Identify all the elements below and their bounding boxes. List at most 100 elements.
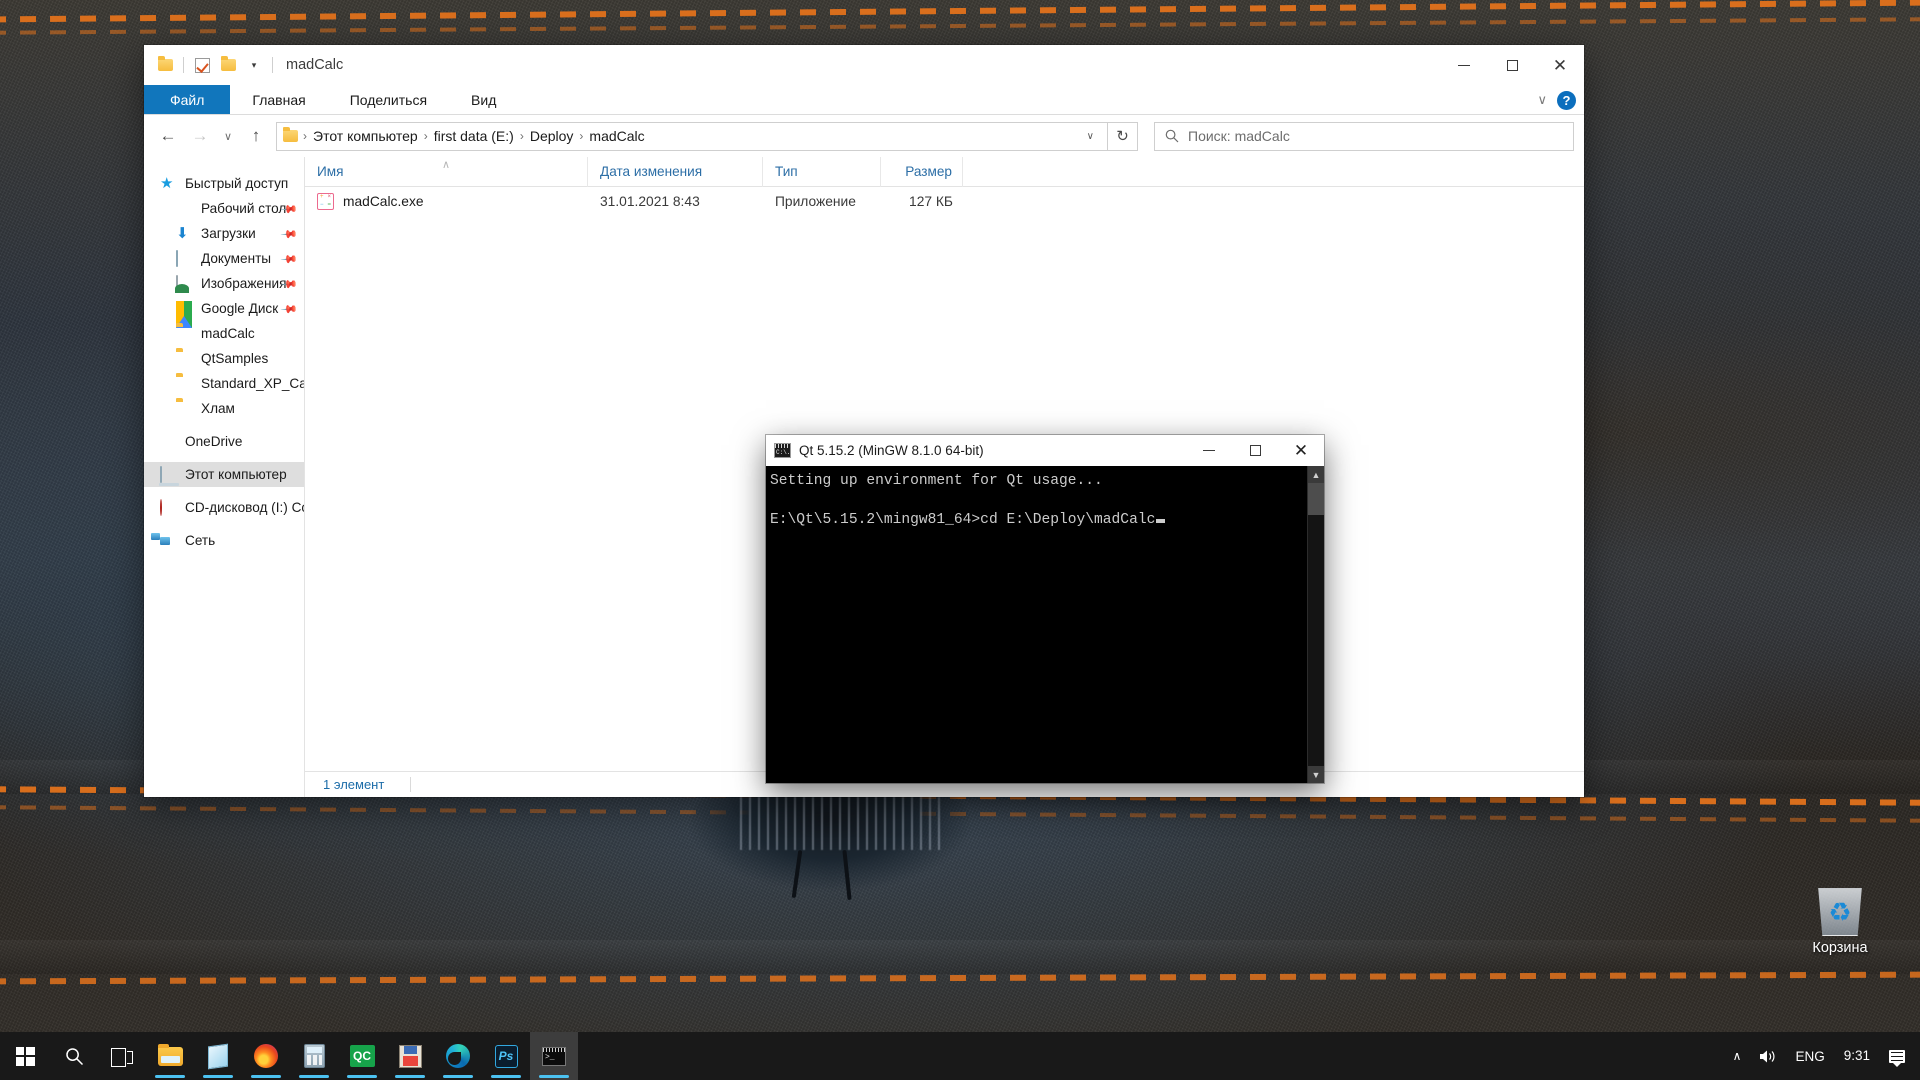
breadcrumb[interactable]: › Этот компьютер › first data (E:) › Dep… [302, 128, 1080, 144]
column-header-size[interactable]: Размер [881, 156, 963, 187]
qat-properties-folder-icon[interactable] [152, 52, 178, 78]
ribbon-tabs[interactable]: Файл Главная Поделиться Вид ∨ ? [144, 85, 1584, 115]
tab-file[interactable]: Файл [144, 85, 231, 114]
sidebar-item-label: Этот компьютер [185, 467, 287, 482]
column-header-type[interactable]: Тип [763, 156, 881, 187]
back-button[interactable]: ← [152, 120, 184, 152]
customize-qat-caret-icon[interactable]: ▾ [241, 52, 267, 78]
column-header-date-modified[interactable]: Дата изменения [588, 156, 763, 187]
tab-view[interactable]: Вид [449, 85, 518, 114]
taskbar-app-firefox[interactable] [242, 1032, 290, 1080]
language-indicator[interactable]: ENG [1786, 1032, 1833, 1080]
sidebar-item-quick-access[interactable]: ★ Быстрый доступ [144, 171, 304, 196]
sidebar-item-label: Хлам [201, 401, 235, 416]
taskbar[interactable]: QC Ps ∧ ENG 9:31 [0, 1032, 1920, 1080]
taskbar-app-command-prompt[interactable] [530, 1032, 578, 1080]
console-output-area[interactable]: Setting up environment for Qt usage... E… [766, 466, 1324, 783]
sidebar-item-onedrive[interactable]: OneDrive [144, 429, 304, 454]
notifications-button[interactable] [1880, 1032, 1914, 1080]
windows-logo-icon [15, 1046, 35, 1066]
task-view-button[interactable] [98, 1032, 146, 1080]
breadcrumb-item-this-pc[interactable]: Этот компьютер [308, 128, 423, 144]
console-titlebar[interactable]: Qt 5.15.2 (MinGW 8.1.0 64-bit) ✕ [766, 435, 1324, 466]
taskbar-app-file-explorer[interactable] [146, 1032, 194, 1080]
console-minimize-button[interactable] [1186, 435, 1232, 466]
sidebar-item-pictures[interactable]: Изображения 📌 [144, 271, 304, 296]
taskbar-app-edge[interactable] [434, 1032, 482, 1080]
onedrive-icon [160, 434, 177, 450]
breadcrumb-item-madcalc[interactable]: madCalc [584, 128, 649, 144]
up-button[interactable]: ↑ [240, 120, 272, 152]
sidebar-item-cd-drive[interactable]: CD-дисковод (I:) Con [144, 495, 304, 520]
address-bar[interactable]: › Этот компьютер › first data (E:) › Dep… [276, 121, 1108, 151]
sidebar-item-hlam[interactable]: Хлам [144, 396, 304, 421]
scroll-down-arrow-icon[interactable]: ▼ [1308, 766, 1324, 783]
sidebar-item-documents[interactable]: Документы 📌 [144, 246, 304, 271]
breadcrumb-item-drive[interactable]: first data (E:) [429, 128, 519, 144]
taskbar-app-calculator[interactable] [290, 1032, 338, 1080]
console-maximize-button[interactable] [1232, 435, 1278, 466]
clock[interactable]: 9:31 [1834, 1032, 1880, 1080]
sidebar-item-madcalc[interactable]: madCalc [144, 321, 304, 346]
address-toolbar[interactable]: ← → ∨ ↑ › Этот компьютер › first data (E… [144, 115, 1584, 157]
qat-folder-icon[interactable] [215, 52, 241, 78]
scroll-up-arrow-icon[interactable]: ▲ [1308, 466, 1324, 483]
pin-icon[interactable]: 📌 [280, 250, 298, 269]
refresh-button[interactable]: ↻ [1108, 121, 1138, 151]
sidebar-item-google-drive[interactable]: Google Диск 📌 [144, 296, 304, 328]
scrollbar-track[interactable] [1308, 483, 1324, 766]
file-name-cell[interactable]: + × − = madCalc.exe [305, 187, 588, 215]
minimize-button[interactable] [1440, 45, 1488, 85]
navigation-pane[interactable]: ★ Быстрый доступ Рабочий стол 📌 ⬇ Загруз… [144, 157, 305, 797]
running-indicator [491, 1075, 521, 1078]
address-dropdown-caret-icon[interactable]: ∨ [1080, 131, 1101, 142]
show-hidden-icons-chevron-up-icon[interactable]: ∧ [1724, 1032, 1751, 1080]
sidebar-item-desktop[interactable]: Рабочий стол 📌 [144, 196, 304, 221]
sidebar-item-network[interactable]: Сеть [144, 528, 304, 553]
taskbar-app-save[interactable] [386, 1032, 434, 1080]
running-indicator [299, 1075, 329, 1078]
taskbar-app-photoshop[interactable]: Ps [482, 1032, 530, 1080]
search-input[interactable]: Поиск: madCalc [1154, 121, 1574, 151]
console-close-button[interactable]: ✕ [1278, 435, 1324, 466]
console-window-controls[interactable]: ✕ [1186, 435, 1324, 466]
qat-new-folder-check-icon[interactable] [189, 52, 215, 78]
sidebar-item-standard-xp-calcul[interactable]: Standard_XP_Calcul [144, 371, 304, 396]
taskbar-app-qc[interactable]: QC [338, 1032, 386, 1080]
cmd-icon [774, 443, 791, 458]
recent-locations-caret-icon[interactable]: ∨ [216, 120, 240, 152]
scrollbar-thumb[interactable] [1308, 483, 1324, 515]
close-button[interactable]: ✕ [1536, 45, 1584, 85]
explorer-titlebar[interactable]: ▾ madCalc ✕ [144, 45, 1584, 85]
column-label: Имя [317, 164, 344, 179]
maximize-button[interactable] [1488, 45, 1536, 85]
table-row[interactable]: + × − = madCalc.exe 31.01.2021 8:43 Приложе… [305, 187, 1584, 215]
tab-home[interactable]: Главная [230, 85, 327, 114]
pin-icon[interactable]: 📌 [280, 225, 298, 244]
forward-button[interactable]: → [184, 120, 216, 152]
divider [410, 777, 412, 792]
volume-button[interactable] [1750, 1032, 1786, 1080]
sidebar-item-this-pc[interactable]: Этот компьютер [144, 462, 304, 487]
window-controls[interactable]: ✕ [1440, 45, 1584, 85]
help-icon[interactable]: ? [1557, 90, 1576, 110]
column-header-name[interactable]: ∧ Имя [305, 156, 588, 187]
column-headers[interactable]: ∧ Имя Дата изменения Тип Размер [305, 156, 1584, 187]
pin-icon[interactable]: 📌 [280, 300, 298, 319]
command-prompt-icon [542, 1046, 566, 1066]
tab-share[interactable]: Поделиться [328, 85, 449, 114]
desktop-icon-recycle-bin[interactable]: Корзина [1780, 888, 1900, 956]
taskbar-search-button[interactable] [50, 1032, 98, 1080]
quick-access-toolbar[interactable]: ▾ [152, 52, 278, 78]
taskbar-app-sticky-notes[interactable] [194, 1032, 242, 1080]
breadcrumb-item-deploy[interactable]: Deploy [525, 128, 579, 144]
system-tray[interactable]: ∧ ENG 9:31 [1724, 1032, 1920, 1080]
sidebar-item-downloads[interactable]: ⬇ Загрузки 📌 [144, 221, 304, 246]
console-scrollbar[interactable]: ▲ ▼ [1307, 466, 1324, 783]
sidebar-item-qtsamples[interactable]: QtSamples [144, 346, 304, 371]
sidebar-item-label: madCalc [201, 326, 255, 341]
chevron-down-icon[interactable]: ∨ [1537, 92, 1547, 108]
command-prompt-window[interactable]: Qt 5.15.2 (MinGW 8.1.0 64-bit) ✕ Setting… [766, 435, 1324, 783]
start-button[interactable] [0, 1032, 50, 1080]
